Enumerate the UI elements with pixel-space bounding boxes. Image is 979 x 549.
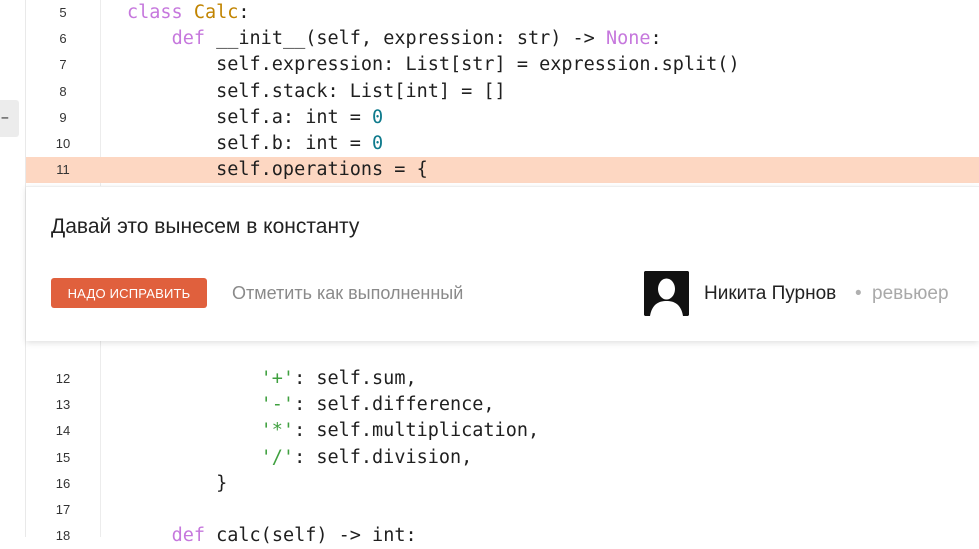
code-line-6: 6 def __init__(self, expression: str) ->…	[26, 26, 979, 52]
code-token: self.stack: List[int] = []	[127, 80, 506, 102]
code-text: def calc(self) -> int:	[127, 523, 417, 549]
code-text: '/': self.division,	[127, 445, 473, 471]
code-token: 0	[372, 133, 384, 154]
left-rail: −	[0, 0, 26, 537]
collapse-tab[interactable]: −	[0, 100, 19, 137]
code-text: '-': self.difference,	[127, 392, 495, 418]
mark-as-done-link[interactable]: Отметить как выполненный	[232, 283, 463, 304]
code-text: self.a: int = 0	[127, 105, 383, 131]
code-token: self.a: int =	[127, 106, 373, 128]
code-token: : self.multiplication,	[294, 420, 540, 442]
code-text: class Calc:	[127, 0, 250, 26]
code-line-18: 18 def calc(self) -> int:	[26, 523, 979, 549]
line-number[interactable]: 13	[26, 392, 100, 418]
reviewer-role: ревьюер	[872, 283, 949, 304]
line-number[interactable]: 5	[26, 0, 100, 26]
code-token: '+'	[260, 368, 295, 389]
code-token: self.operations = {	[127, 159, 428, 181]
code-token: self.expression: List[str] = expression.…	[127, 54, 740, 76]
line-number[interactable]: 6	[26, 26, 100, 52]
code-text: '+': self.sum,	[127, 366, 417, 392]
code-token: __init__(self, expression: str) ->	[216, 28, 606, 50]
code-token: def	[171, 525, 217, 547]
code-token: None	[605, 28, 651, 50]
code-text: def __init__(self, expression: str) -> N…	[127, 26, 662, 52]
code-line-9: 9 self.a: int = 0	[26, 105, 979, 131]
code-line-8: 8 self.stack: List[int] = []	[26, 79, 979, 105]
line-number[interactable]: 15	[26, 445, 100, 471]
code-text: self.stack: List[int] = []	[127, 79, 506, 105]
code-line-7: 7 self.expression: List[str] = expressio…	[26, 52, 979, 78]
code-token: : self.division,	[294, 446, 473, 468]
line-number[interactable]: 9	[26, 105, 100, 131]
code-text: self.b: int = 0	[127, 131, 383, 157]
code-line-5: 5 class Calc:	[26, 0, 979, 26]
code-token: '*'	[260, 420, 295, 442]
code-token: :	[238, 2, 250, 23]
code-token: : self.sum,	[294, 368, 417, 389]
code-line-12: 12 '+': self.sum,	[26, 366, 979, 392]
code-line-17: 17	[26, 497, 979, 523]
code-text: self.operations = {	[127, 157, 428, 183]
code-line-10: 10 self.b: int = 0	[26, 131, 979, 157]
reviewer-separator: •	[855, 283, 862, 304]
code-token: : self.difference,	[294, 394, 495, 416]
code-token: self.b: int =	[127, 133, 373, 154]
code-line-14: 14 '*': self.multiplication,	[26, 418, 979, 444]
line-number[interactable]: 18	[26, 523, 100, 549]
reviewer-avatar	[644, 271, 689, 316]
line-number[interactable]: 11	[26, 157, 100, 183]
code-token: }	[127, 472, 228, 494]
code-line-11: 11 self.operations = {	[26, 157, 979, 184]
code-line-15: 15 '/': self.division,	[26, 445, 979, 471]
line-number[interactable]: 16	[26, 471, 100, 497]
code-token: class	[127, 2, 194, 23]
code-text: self.expression: List[str] = expression.…	[127, 52, 740, 78]
line-number[interactable]: 14	[26, 418, 100, 444]
review-comment-panel: Давай это вынесем в константу НАДО ИСПРА…	[26, 186, 979, 341]
code-token: :	[650, 28, 662, 50]
code-token: '-'	[260, 394, 295, 416]
code-token: '/'	[260, 446, 295, 468]
code-token: def	[171, 28, 217, 50]
line-number[interactable]: 10	[26, 131, 100, 157]
line-number[interactable]: 17	[26, 497, 100, 523]
code-text: '*': self.multiplication,	[127, 418, 539, 444]
comment-text: Давай это вынесем в константу	[51, 215, 360, 238]
code-token: calc(self) -> int:	[216, 525, 417, 547]
user-silhouette-icon	[644, 271, 689, 316]
code-token: Calc	[193, 2, 239, 23]
needs-fix-button[interactable]: НАДО ИСПРАВИТЬ	[51, 278, 207, 308]
line-number[interactable]: 8	[26, 79, 100, 105]
code-line-16: 16 }	[26, 471, 979, 497]
code-text: }	[127, 471, 227, 497]
line-number[interactable]: 12	[26, 366, 100, 392]
code-token: 0	[372, 106, 384, 128]
line-number[interactable]: 7	[26, 52, 100, 78]
reviewer-name[interactable]: Никита Пурнов	[704, 283, 836, 305]
code-line-13: 13 '-': self.difference,	[26, 392, 979, 418]
